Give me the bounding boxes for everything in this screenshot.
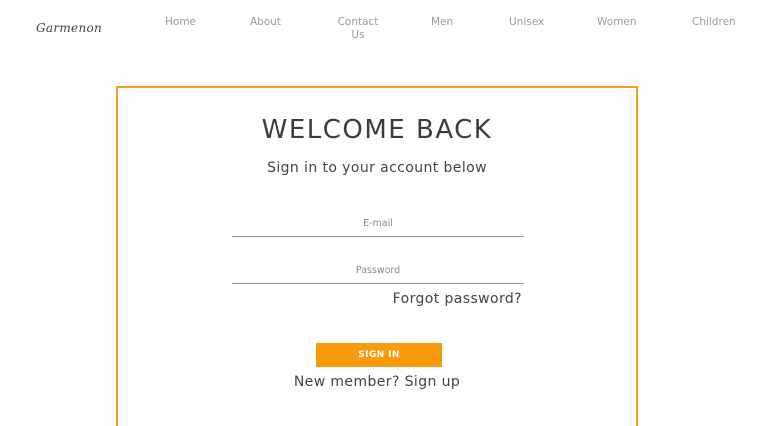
nav-link-about[interactable]: About <box>250 16 281 29</box>
signup-prompt: New member? Sign up <box>118 374 636 390</box>
nav-link-children[interactable]: Children <box>692 16 736 29</box>
top-navbar: Garmenon Home About Contact Us Men Unise… <box>0 0 778 60</box>
nav-link-men[interactable]: Men <box>431 16 453 29</box>
forgot-password-link[interactable]: Forgot password? <box>393 291 522 307</box>
page-subtitle: Sign in to your account below <box>267 160 487 176</box>
login-card: WELCOME BACK Sign in to your account bel… <box>116 86 638 426</box>
nav-link-contact-us[interactable]: Contact Us <box>334 16 382 42</box>
password-field[interactable] <box>232 258 524 284</box>
sign-up-link[interactable]: Sign up <box>405 374 461 390</box>
sign-in-button[interactable]: SIGN IN <box>316 343 442 367</box>
nav-link-home[interactable]: Home <box>165 16 196 29</box>
brand-logo[interactable]: Garmenon <box>36 21 102 35</box>
page-title: WELCOME BACK <box>261 115 493 145</box>
nav-link-unisex[interactable]: Unisex <box>509 16 544 29</box>
signup-prompt-text: New member? <box>293 374 400 390</box>
email-field[interactable] <box>232 211 524 237</box>
nav-link-women[interactable]: Women <box>597 16 637 29</box>
